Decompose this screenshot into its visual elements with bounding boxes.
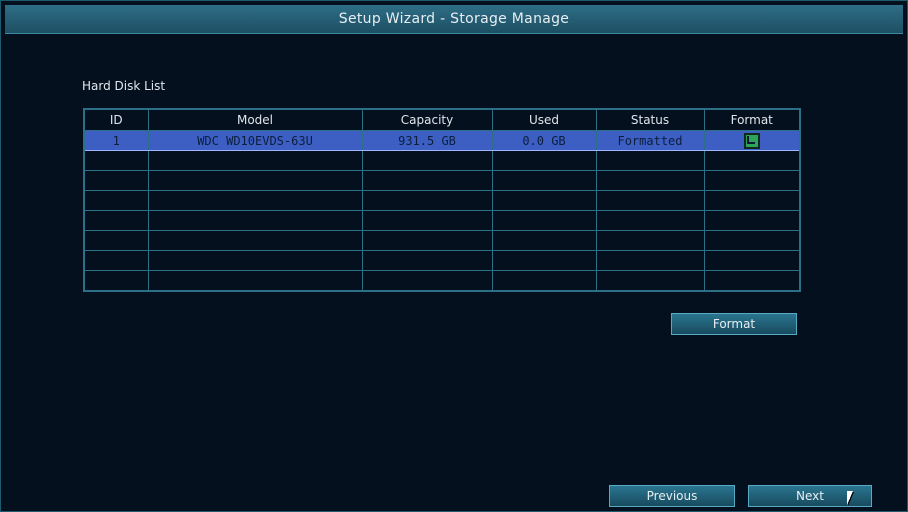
cell-capacity: 931.5 GB [361,130,493,151]
format-button[interactable]: Format [671,313,797,335]
cell-id: 1 [83,130,149,151]
table-header-row: ID Model Capacity Used Status Format [83,108,801,131]
column-header-id[interactable]: ID [83,108,149,131]
table-row-empty [83,150,801,171]
cell-status: Formatted [595,130,705,151]
table-row[interactable]: 1 WDC WD10EVDS-63U 931.5 GB 0.0 GB Forma… [83,130,801,151]
hard-disk-list-label: Hard Disk List [82,79,166,93]
cell-used: 0.0 GB [491,130,597,151]
cell-format [703,130,801,151]
cell-model: WDC WD10EVDS-63U [147,130,363,151]
next-button[interactable]: Next [748,485,872,507]
column-header-used[interactable]: Used [491,108,597,131]
mouse-cursor-icon [847,491,853,505]
previous-button[interactable]: Previous [609,485,735,507]
setup-wizard-window: Setup Wizard - Storage Manage Hard Disk … [0,0,908,512]
column-header-capacity[interactable]: Capacity [361,108,493,131]
table-row-empty [83,250,801,271]
window-title: Setup Wizard - Storage Manage [338,11,570,27]
column-header-status[interactable]: Status [595,108,705,131]
table-row-empty [83,170,801,191]
table-row-empty [83,270,801,292]
title-bar: Setup Wizard - Storage Manage [5,5,903,34]
table-row-empty [83,230,801,251]
table-row-empty [83,190,801,211]
format-checkbox[interactable] [743,132,760,149]
column-header-format[interactable]: Format [703,108,801,131]
column-header-model[interactable]: Model [147,108,363,131]
hard-disk-table: ID Model Capacity Used Status Format 1 W… [83,108,801,292]
table-row-empty [83,210,801,231]
